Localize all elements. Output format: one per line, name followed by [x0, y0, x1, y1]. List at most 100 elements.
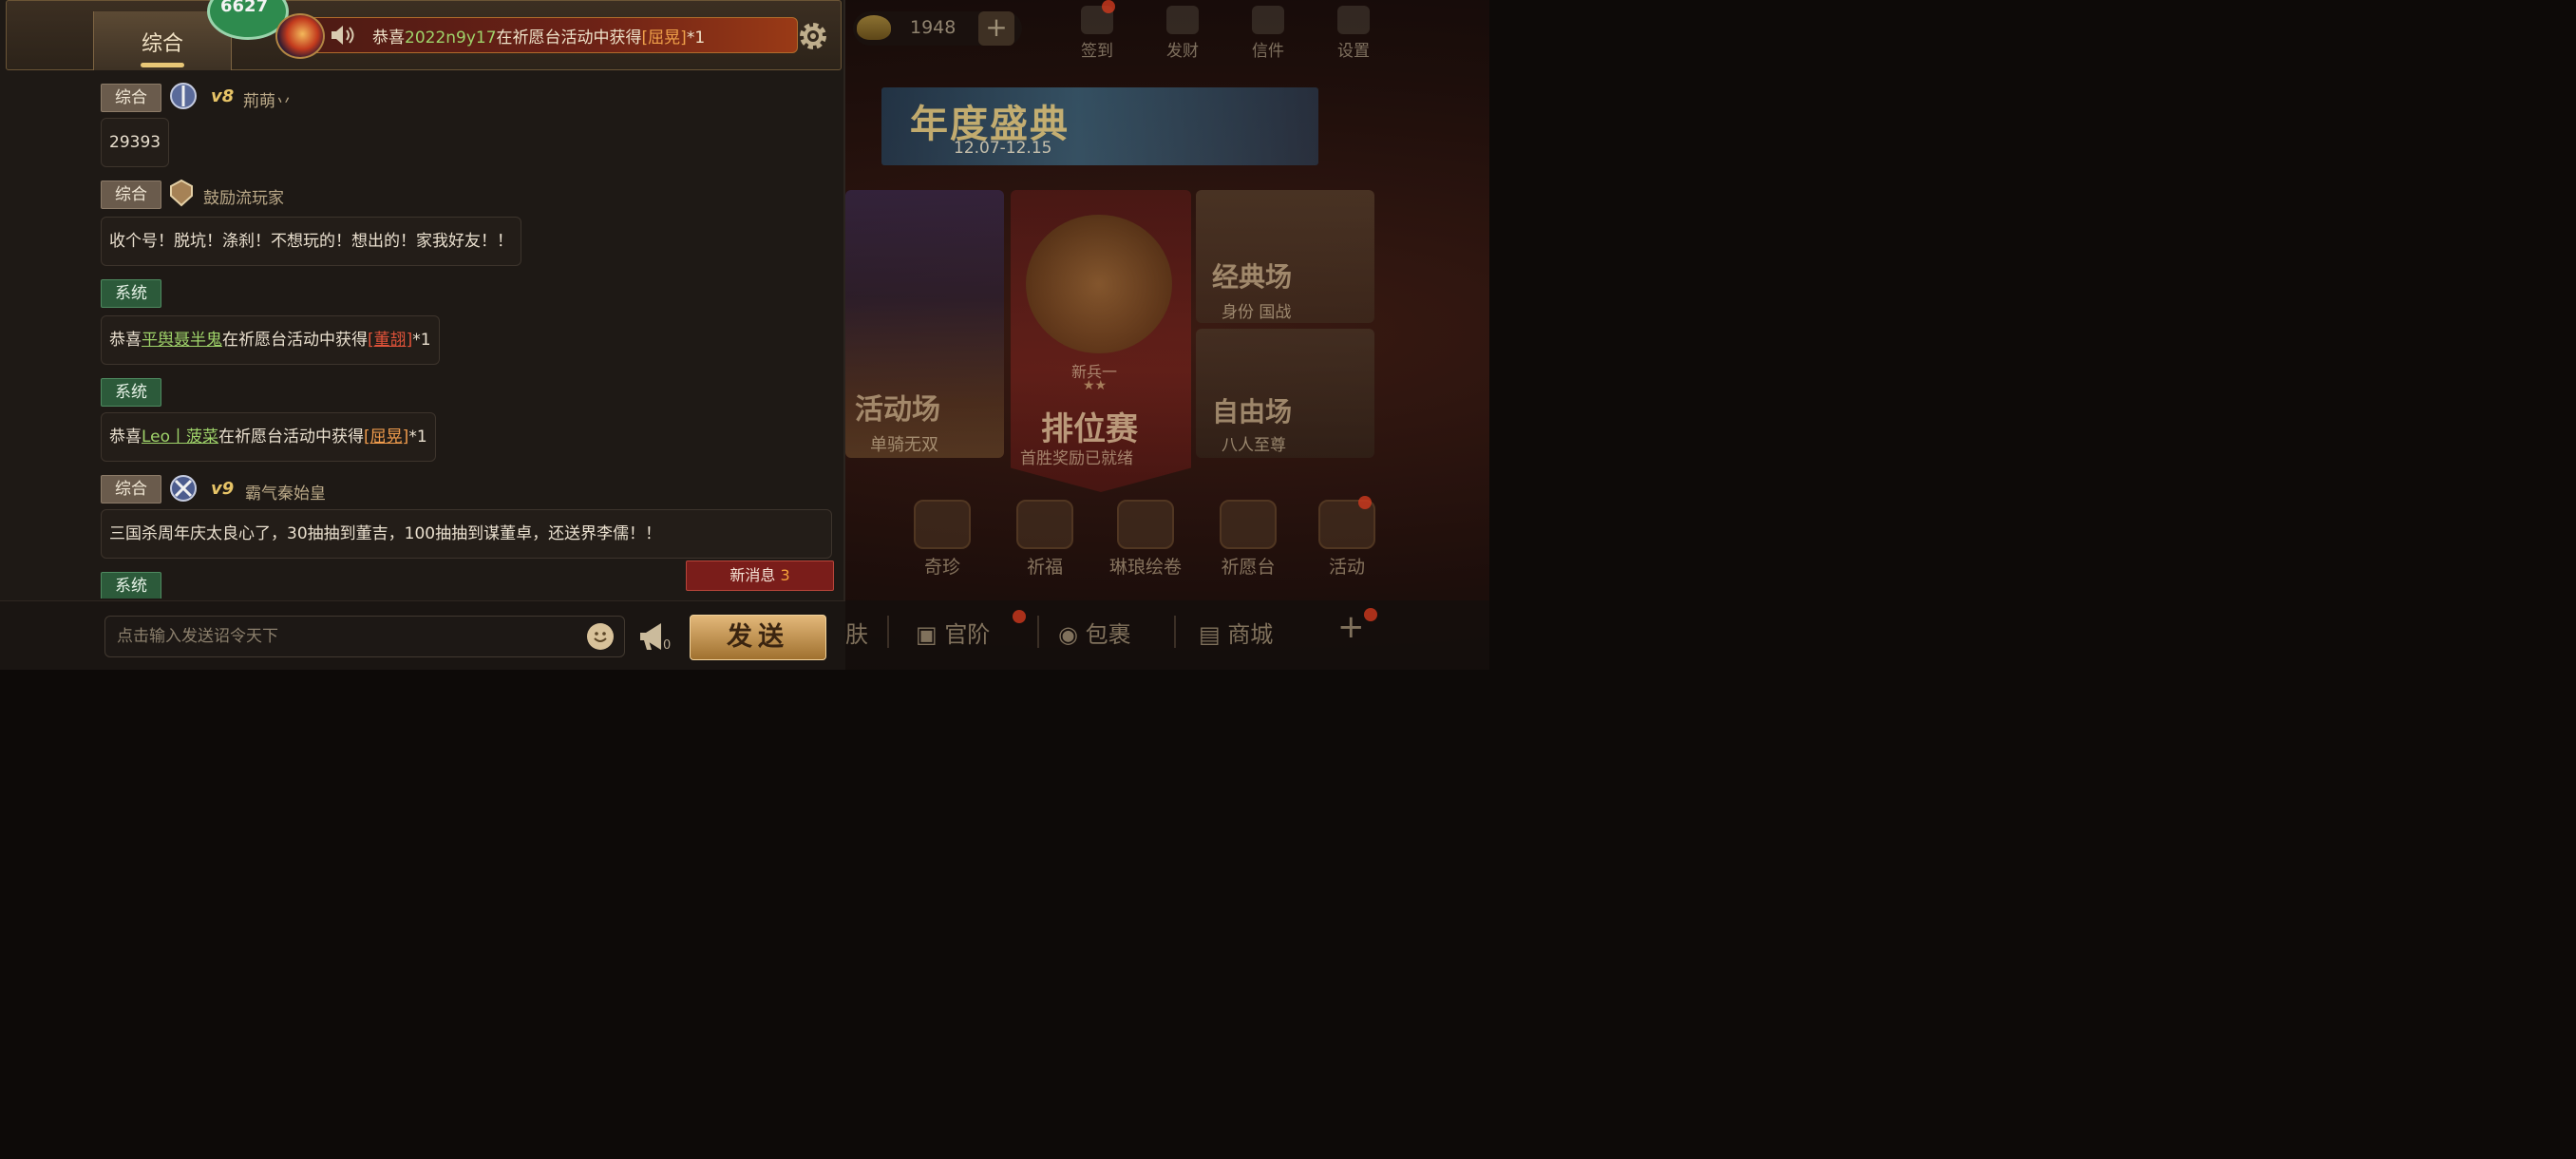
- msg-prefix: 恭喜: [109, 331, 142, 350]
- event-mode-title: 活动场: [855, 393, 940, 427]
- ranked-mode-title: 排位赛: [1041, 410, 1138, 448]
- scroll-icon: [1016, 500, 1073, 549]
- ticker-suffix: *1: [686, 28, 706, 48]
- notification-dot: [1364, 608, 1377, 621]
- username[interactable]: 荊萌丷: [243, 87, 292, 111]
- ticker-text: 恭喜2022n9y17在祈愿台活动中获得[屈晃]*1: [372, 24, 705, 48]
- vip-level: v8: [211, 86, 235, 106]
- classic-mode-title: 经典场: [1212, 261, 1293, 293]
- message-bubble: 三国杀周年庆太良心了，30抽抽到董吉，100抽抽到谋董卓，还送界李儒！！: [101, 509, 832, 559]
- nav-shop[interactable]: ▤ 商城: [1199, 616, 1273, 649]
- bag-nav-icon: ◉: [1058, 621, 1086, 648]
- nav-divider: [1037, 616, 1039, 648]
- mail-label: 信件: [1252, 42, 1284, 61]
- blessing-button[interactable]: 祈福: [1001, 500, 1089, 579]
- level-badge-text: 6627: [220, 0, 269, 16]
- new-messages-count: 3: [780, 566, 790, 584]
- message-list[interactable]: 综合 v8 荊萌丷 29393 综合 鼓励流玩家 收个号！脱坑！涤刹！不想玩的！…: [0, 76, 845, 598]
- wish-altar-button[interactable]: 祈愿台: [1204, 500, 1292, 579]
- event-mode-subtitle: 单骑无双: [870, 435, 938, 455]
- nav-skin[interactable]: 肤: [845, 616, 868, 649]
- item-link[interactable]: [屈晃]: [364, 428, 408, 446]
- username[interactable]: 鼓励流玩家: [203, 184, 284, 208]
- item-link[interactable]: [董翓]: [368, 331, 412, 350]
- ranked-mode-subtitle: 首胜奖励已就绪: [1020, 449, 1133, 468]
- chat-panel: 综合 6627 恭喜2022n9y17在祈愿台活动中获得[屈晃]*1 综合 v8…: [0, 0, 845, 670]
- treasure-label: 奇珍: [923, 557, 960, 578]
- settings-button[interactable]: 设置: [1320, 6, 1387, 61]
- ticker-player: 2022n9y17: [405, 28, 497, 48]
- system-message-bubble: 恭喜Leo丨菠菜在祈愿台活动中获得[屈晃]*1: [101, 412, 436, 462]
- nav-divider: [887, 616, 889, 648]
- msg-suffix: *1: [412, 331, 431, 350]
- rank-emblem-icon: [170, 83, 197, 109]
- rank-nav-icon: ▣: [916, 621, 945, 648]
- ticker-item: [屈晃]: [641, 28, 687, 48]
- fortune-button[interactable]: 发财: [1149, 6, 1216, 61]
- currency-value: 1948: [910, 17, 957, 38]
- activity-button[interactable]: 活动: [1303, 500, 1391, 579]
- banner-date: 12.07-12.15: [954, 139, 1052, 158]
- player-link[interactable]: Leo丨菠菜: [142, 428, 218, 446]
- mail-button[interactable]: 信件: [1235, 6, 1301, 61]
- system-message-bubble: 恭喜平舆聂半鬼在祈愿台活动中获得[董翓]*1: [101, 315, 440, 365]
- settings-label: 设置: [1337, 42, 1370, 61]
- new-messages-button[interactable]: 新消息 3: [686, 560, 834, 591]
- gallery-button[interactable]: 琳琅绘卷: [1102, 500, 1189, 579]
- nav-shop-label: 商城: [1227, 621, 1274, 648]
- ticker-avatar: [275, 13, 325, 59]
- message-bubble: 29393: [101, 118, 170, 167]
- message-bubble: 收个号！脱坑！涤刹！不想玩的！想出的！家我好友！！: [101, 217, 521, 266]
- gear-icon: [1337, 6, 1370, 34]
- gold-ingot-icon: [857, 15, 891, 40]
- book-icon: [1117, 500, 1174, 549]
- rank-stars: ★★: [1083, 378, 1108, 393]
- wish-altar-label: 祈愿台: [1221, 557, 1276, 578]
- tab-general-label: 综合: [141, 32, 183, 56]
- vip-level: v9: [211, 479, 235, 499]
- chat-settings-gear-icon[interactable]: [794, 17, 832, 55]
- classic-mode-subtitle: 身份 国战: [1222, 303, 1292, 322]
- treasure-icon: [914, 500, 971, 549]
- player-link[interactable]: 平舆聂半鬼: [142, 331, 222, 350]
- channel-tag: 综合: [101, 180, 161, 209]
- nav-bag-label: 包裹: [1085, 621, 1131, 648]
- rank-emblem-icon: [170, 179, 193, 207]
- notification-dot: [1013, 610, 1026, 623]
- ticker-middle: 在祈愿台活动中获得: [496, 28, 642, 48]
- username[interactable]: 霸气秦始皇: [245, 480, 326, 504]
- channel-tag-system: 系统: [101, 572, 161, 598]
- altar-icon: [1220, 500, 1277, 549]
- free-mode-subtitle: 八人至尊: [1222, 436, 1286, 455]
- tree-icon: [1166, 6, 1199, 34]
- fortune-label: 发财: [1166, 42, 1199, 61]
- channel-tag: 综合: [101, 475, 161, 504]
- checkin-button[interactable]: 签到: [1064, 6, 1130, 61]
- msg-prefix: 恭喜: [109, 428, 142, 446]
- activity-label: 活动: [1328, 557, 1365, 578]
- checkin-label: 签到: [1081, 42, 1113, 61]
- emoji-icon[interactable]: [587, 623, 614, 650]
- notification-dot: [1358, 496, 1372, 509]
- nav-bag[interactable]: ◉ 包裹: [1058, 616, 1131, 649]
- nav-rank-label: 官阶: [944, 621, 991, 648]
- gallery-label: 琳琅绘卷: [1108, 557, 1182, 578]
- send-button[interactable]: 发送: [690, 615, 826, 660]
- horn-count: 0: [663, 638, 672, 653]
- msg-middle: 在祈愿台活动中获得: [222, 331, 368, 350]
- nav-more[interactable]: +: [1337, 608, 1365, 646]
- notification-dot: [1102, 0, 1115, 13]
- blessing-label: 祈福: [1026, 557, 1063, 578]
- channel-tag-system: 系统: [101, 378, 161, 407]
- speaker-icon[interactable]: [329, 23, 355, 48]
- msg-middle: 在祈愿台活动中获得: [218, 428, 365, 446]
- nav-rank[interactable]: ▣ 官阶: [916, 616, 990, 649]
- add-currency-button[interactable]: +: [978, 11, 1014, 46]
- channel-tag: 综合: [101, 84, 161, 112]
- mail-icon: [1252, 6, 1284, 34]
- msg-suffix: *1: [408, 428, 427, 446]
- chat-input[interactable]: [104, 616, 625, 657]
- treasure-button[interactable]: 奇珍: [899, 500, 986, 579]
- ticker-prefix: 恭喜: [372, 28, 405, 48]
- new-messages-label: 新消息: [729, 566, 776, 584]
